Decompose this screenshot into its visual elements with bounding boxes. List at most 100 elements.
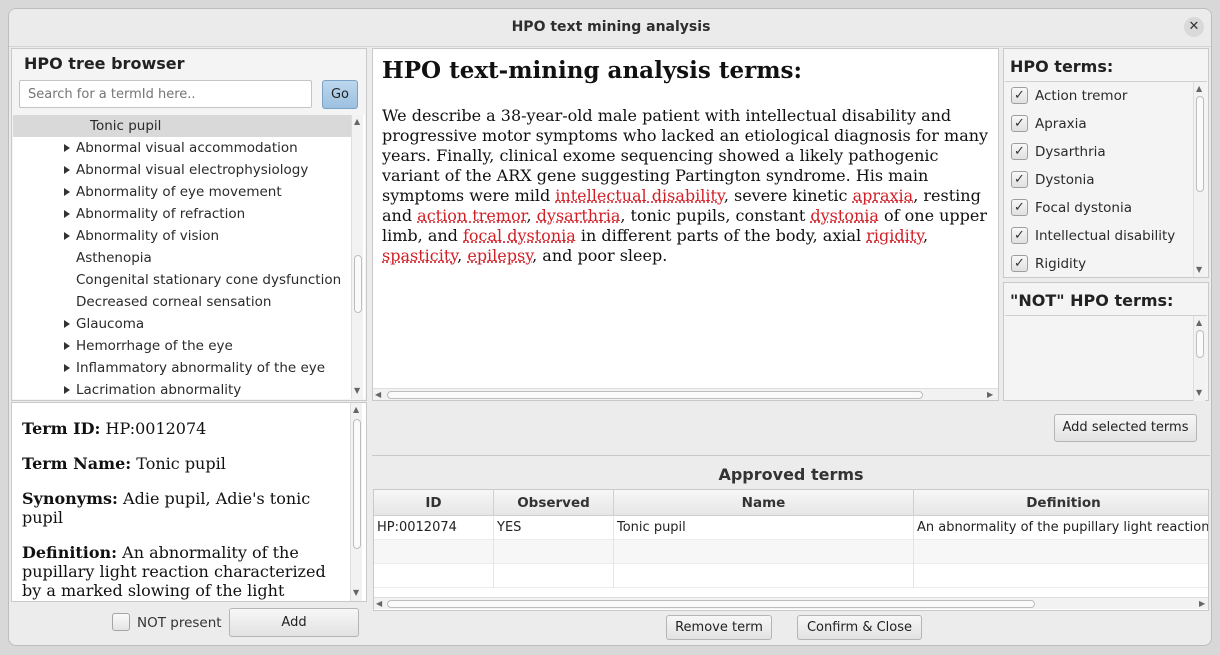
- scroll-down-icon[interactable]: ▼: [354, 386, 360, 396]
- term-checkbox[interactable]: ✓: [1011, 199, 1028, 216]
- expand-arrow-icon[interactable]: [64, 232, 70, 240]
- table-cell: [914, 540, 1208, 564]
- highlighted-term[interactable]: intellectual disability: [555, 186, 724, 205]
- tree-scroll-thumb[interactable]: [354, 255, 362, 313]
- tree-item[interactable]: Abnormality of refraction: [13, 203, 245, 225]
- scroll-up-icon[interactable]: ▲: [1196, 318, 1202, 328]
- hpo-term-item[interactable]: ✓ Rigidity: [1005, 254, 1191, 276]
- detail-scroll-thumb[interactable]: [353, 419, 361, 549]
- table-row[interactable]: HP:0012074 YES Tonic pupil An abnormality o…: [374, 516, 1208, 540]
- tree-item[interactable]: Abnormality of eye movement: [13, 181, 282, 203]
- expand-arrow-icon[interactable]: [64, 166, 70, 174]
- highlighted-term[interactable]: focal dystonia: [463, 226, 576, 245]
- scroll-down-icon[interactable]: ▼: [1196, 265, 1202, 275]
- not-present-label[interactable]: NOT present: [137, 615, 222, 631]
- scroll-down-icon[interactable]: ▼: [353, 588, 359, 598]
- term-checkbox-label[interactable]: Dysarthria: [1035, 144, 1106, 160]
- tree-item-label: Lacrimation abnormality: [76, 382, 242, 398]
- scroll-left-icon[interactable]: ◀: [376, 599, 382, 609]
- scroll-down-icon[interactable]: ▼: [1196, 388, 1202, 398]
- tree-item-label: Abnormal visual accommodation: [76, 140, 298, 156]
- confirm-close-button[interactable]: Confirm & Close: [797, 615, 922, 640]
- term-checkbox[interactable]: ✓: [1011, 87, 1028, 104]
- term-checkbox-label[interactable]: Apraxia: [1035, 116, 1087, 132]
- term-checkbox-label[interactable]: Dystonia: [1035, 172, 1095, 188]
- analysis-scroll-thumb[interactable]: [387, 391, 923, 399]
- tree-item[interactable]: Hemorrhage of the eye: [13, 335, 233, 357]
- scroll-right-icon[interactable]: ▶: [987, 390, 993, 400]
- hpo-term-item[interactable]: ✓ Intellectual disability: [1005, 226, 1191, 248]
- tree-item[interactable]: Inflammatory abnormality of the eye: [13, 357, 325, 379]
- highlighted-term[interactable]: apraxia: [853, 186, 914, 205]
- term-checkbox[interactable]: ✓: [1011, 227, 1028, 244]
- app-window: HPO text mining analysis ✕ HPO tree brow…: [8, 8, 1212, 646]
- tree-item[interactable]: Lacrimation abnormality: [13, 379, 241, 399]
- tree-item[interactable]: Glaucoma: [13, 313, 144, 335]
- term-checkbox[interactable]: ✓: [1011, 255, 1028, 272]
- scroll-right-icon[interactable]: ▶: [1199, 599, 1205, 609]
- table-horizontal-scrollbar[interactable]: ◀ ▶: [374, 597, 1208, 609]
- column-header[interactable]: Definition: [914, 490, 1208, 516]
- not-terms-scrollbar[interactable]: ▲ ▼: [1193, 316, 1205, 401]
- expand-arrow-icon[interactable]: [64, 364, 70, 372]
- term-checkbox[interactable]: ✓: [1011, 171, 1028, 188]
- synonyms-line: Synonyms: Adie pupil, Adie's tonic pupil: [22, 489, 344, 527]
- highlighted-term[interactable]: epilepsy: [467, 246, 532, 265]
- table-row[interactable]: [374, 540, 1208, 564]
- term-checkbox-label[interactable]: Rigidity: [1035, 256, 1086, 272]
- tree-item-label: Abnormal visual electrophysiology: [76, 162, 309, 178]
- expand-arrow-icon[interactable]: [64, 210, 70, 218]
- expand-arrow-icon[interactable]: [64, 144, 70, 152]
- hpo-terms-scrollbar[interactable]: ▲ ▼: [1193, 82, 1205, 277]
- term-checkbox[interactable]: ✓: [1011, 115, 1028, 132]
- not-present-checkbox[interactable]: [112, 613, 130, 631]
- expand-arrow-icon[interactable]: [64, 342, 70, 350]
- scroll-up-icon[interactable]: ▲: [1196, 84, 1202, 94]
- detail-vertical-scrollbar[interactable]: ▲ ▼: [350, 403, 362, 601]
- expand-arrow-icon[interactable]: [64, 386, 70, 394]
- not-terms-scroll-thumb[interactable]: [1196, 330, 1204, 358]
- term-checkbox-label[interactable]: Focal dystonia: [1035, 200, 1132, 216]
- hpo-term-item[interactable]: ✓ Apraxia: [1005, 114, 1191, 136]
- add-button[interactable]: Add: [229, 608, 359, 637]
- term-name-line: Term Name: Tonic pupil: [22, 454, 344, 473]
- highlighted-term[interactable]: dystonia: [810, 206, 879, 225]
- term-search-input[interactable]: [19, 80, 312, 108]
- table-scroll-thumb[interactable]: [387, 600, 1035, 608]
- highlighted-term[interactable]: dysarthria: [537, 206, 621, 225]
- remove-term-button[interactable]: Remove term: [666, 615, 772, 640]
- term-checkbox[interactable]: ✓: [1011, 143, 1028, 160]
- column-header[interactable]: ID: [374, 490, 494, 516]
- tree-item[interactable]: Asthenopia: [13, 247, 152, 269]
- hpo-term-item[interactable]: ✓ Action tremor: [1005, 86, 1191, 108]
- analysis-text-segment: in different parts of the body, axial: [575, 226, 867, 245]
- tree-item[interactable]: Abnormal visual accommodation: [13, 137, 298, 159]
- scroll-up-icon[interactable]: ▲: [354, 117, 360, 127]
- hpo-term-item[interactable]: ✓ Dystonia: [1005, 170, 1191, 192]
- highlighted-term[interactable]: rigidity: [866, 226, 923, 245]
- analysis-horizontal-scrollbar[interactable]: ◀ ▶: [373, 388, 998, 400]
- column-header[interactable]: Name: [614, 490, 914, 516]
- expand-arrow-icon[interactable]: [64, 320, 70, 328]
- tree-item[interactable]: Decreased corneal sensation: [13, 291, 271, 313]
- highlighted-term[interactable]: action tremor: [417, 206, 526, 225]
- close-icon[interactable]: ✕: [1184, 17, 1204, 37]
- tree-vertical-scrollbar[interactable]: ▲ ▼: [351, 115, 363, 399]
- table-row[interactable]: [374, 564, 1208, 588]
- hpo-term-item[interactable]: ✓ Dysarthria: [1005, 142, 1191, 164]
- go-button[interactable]: Go: [322, 80, 358, 109]
- hpo-term-item[interactable]: ✓ Focal dystonia: [1005, 198, 1191, 220]
- tree-item[interactable]: Abnormality of vision: [13, 225, 219, 247]
- scroll-up-icon[interactable]: ▲: [353, 405, 359, 415]
- tree-selected-item[interactable]: Tonic pupil: [13, 115, 351, 137]
- term-checkbox-label[interactable]: Intellectual disability: [1035, 228, 1175, 244]
- tree-item[interactable]: Abnormal visual electrophysiology: [13, 159, 308, 181]
- highlighted-term[interactable]: spasticity: [382, 246, 457, 265]
- add-selected-terms-button[interactable]: Add selected terms: [1054, 414, 1197, 442]
- hpo-scroll-thumb[interactable]: [1196, 96, 1204, 192]
- column-header[interactable]: Observed: [494, 490, 614, 516]
- expand-arrow-icon[interactable]: [64, 188, 70, 196]
- scroll-left-icon[interactable]: ◀: [375, 390, 381, 400]
- tree-item[interactable]: Congenital stationary cone dysfunction: [13, 269, 341, 291]
- term-checkbox-label[interactable]: Action tremor: [1035, 88, 1127, 104]
